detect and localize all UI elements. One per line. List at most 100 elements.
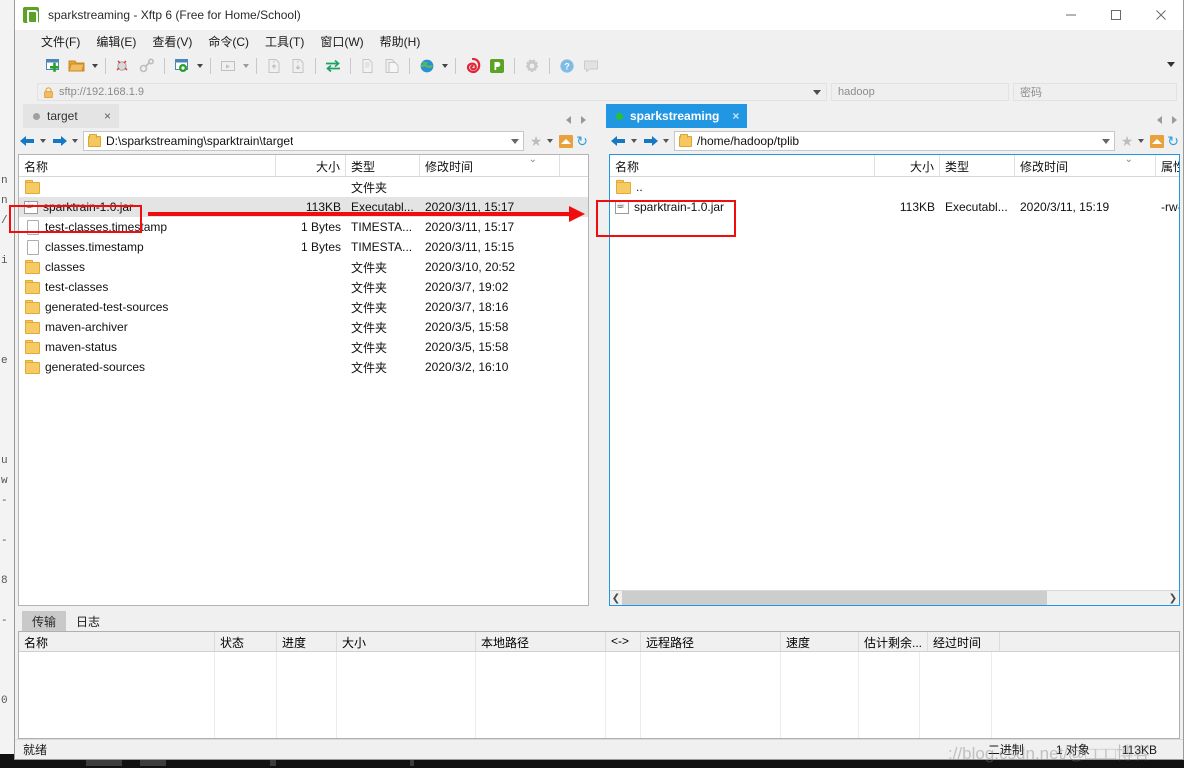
refresh-icon[interactable]: ↻ xyxy=(576,134,588,148)
column-header-speed[interactable]: 速度 xyxy=(781,632,859,651)
remote-file-list[interactable]: 名称 大小 类型 修改时间 ⌄ 属性 .. xyxy=(609,154,1180,606)
toolbar-overflow-caret[interactable] xyxy=(1167,62,1175,67)
scroll-left-icon[interactable]: ❮ xyxy=(610,591,622,606)
back-button[interactable] xyxy=(610,135,627,147)
remote-path-input[interactable]: /home/hadoop/tplib xyxy=(674,131,1115,151)
column-header-size[interactable]: 大小 xyxy=(875,155,940,176)
back-history-caret[interactable] xyxy=(40,139,46,143)
local-file-list[interactable]: 名称 大小 类型 修改时间 ⌄ 文件夹 ☕ sparktrain-1.0.jar… xyxy=(18,154,589,606)
minimize-icon[interactable] xyxy=(1048,0,1093,30)
tab-sparkstreaming[interactable]: sparkstreaming × xyxy=(606,104,748,128)
column-header-size[interactable]: 大小 xyxy=(276,155,346,176)
table-row[interactable]: sparktrain-1.0.jar 113KB Executabl... 20… xyxy=(610,197,1179,217)
table-row[interactable]: generated-test-sources 文件夹 2020/3/7, 18:… xyxy=(19,297,588,317)
back-button[interactable] xyxy=(19,135,36,147)
run-dropdown-caret[interactable] xyxy=(243,64,249,68)
properties-dropdown-caret[interactable] xyxy=(197,64,203,68)
forward-history-caret[interactable] xyxy=(72,139,78,143)
refresh-icon[interactable]: ↻ xyxy=(1167,134,1179,148)
back-history-caret[interactable] xyxy=(631,139,637,143)
remote-horizontal-scrollbar[interactable]: ❮ ❯ xyxy=(610,590,1179,605)
new-session-icon[interactable] xyxy=(41,54,65,78)
disconnect-icon[interactable] xyxy=(111,54,135,78)
column-header-direction[interactable]: <-> xyxy=(606,632,641,651)
column-header-name[interactable]: 名称 xyxy=(610,155,875,176)
bookmark-dropdown-caret[interactable] xyxy=(547,139,554,143)
forward-button[interactable] xyxy=(642,135,659,147)
path-dropdown-caret[interactable] xyxy=(1101,138,1110,144)
tab-target[interactable]: target × xyxy=(23,104,119,128)
link-icon[interactable] xyxy=(135,54,159,78)
table-row[interactable]: maven-status 文件夹 2020/3/5, 15:58 xyxy=(19,337,588,357)
home-icon[interactable] xyxy=(1150,134,1165,148)
menu-window[interactable]: 窗口(W) xyxy=(312,31,371,52)
properties-icon[interactable] xyxy=(170,54,194,78)
scroll-thumb[interactable] xyxy=(622,590,1048,605)
column-header-name[interactable]: 名称 xyxy=(19,632,215,651)
gear-icon[interactable] xyxy=(520,54,544,78)
column-header-elapsed[interactable]: 经过时间 xyxy=(928,632,1001,651)
column-header-progress[interactable]: 进度 xyxy=(277,632,337,651)
tab-next-icon[interactable] xyxy=(1172,116,1177,124)
feedback-icon[interactable] xyxy=(579,54,603,78)
table-row[interactable]: .. xyxy=(610,177,1179,197)
scroll-right-icon[interactable]: ❯ xyxy=(1167,591,1179,606)
tab-next-icon[interactable] xyxy=(581,116,586,124)
open-folder-dropdown-caret[interactable] xyxy=(92,64,98,68)
password-field[interactable]: 密码 xyxy=(1013,83,1177,101)
scroll-track[interactable] xyxy=(622,590,1167,605)
table-row[interactable]: test-classes 文件夹 2020/3/7, 19:02 xyxy=(19,277,588,297)
globe-dropdown-caret[interactable] xyxy=(442,64,448,68)
table-row[interactable]: generated-sources 文件夹 2020/3/2, 16:10 xyxy=(19,357,588,377)
remote-tab-nav[interactable] xyxy=(1157,116,1177,124)
column-header-type[interactable]: 类型 xyxy=(346,155,420,176)
table-row[interactable]: sparktrain-1.0.jar 113KB Executabl... 20… xyxy=(19,197,588,217)
tab-prev-icon[interactable] xyxy=(1157,116,1162,124)
column-header-attrs[interactable]: 属性 xyxy=(1156,155,1179,176)
column-header-modified[interactable]: 修改时间 ⌄ xyxy=(1015,155,1156,176)
menu-edit[interactable]: 编辑(E) xyxy=(88,31,144,52)
host-dropdown-caret[interactable] xyxy=(813,90,821,95)
tab-close-icon[interactable]: × xyxy=(98,110,111,122)
globe-icon[interactable] xyxy=(415,54,439,78)
tab-log[interactable]: 日志 xyxy=(66,611,110,631)
xftp-icon[interactable] xyxy=(485,54,509,78)
table-row[interactable]: classes.timestamp 1 Bytes TIMESTA... 202… xyxy=(19,237,588,257)
local-tab-nav[interactable] xyxy=(566,116,586,124)
table-row[interactable]: maven-archiver 文件夹 2020/3/5, 15:58 xyxy=(19,317,588,337)
column-header-local-path[interactable]: 本地路径 xyxy=(476,632,606,651)
host-field[interactable]: sftp://192.168.1.9 xyxy=(37,83,827,101)
column-header-name[interactable]: 名称 xyxy=(19,155,276,176)
column-header-size[interactable]: 大小 xyxy=(337,632,476,651)
home-icon[interactable] xyxy=(559,134,574,148)
menu-tools[interactable]: 工具(T) xyxy=(257,31,312,52)
table-row[interactable]: test-classes.timestamp 1 Bytes TIMESTA..… xyxy=(19,217,588,237)
bookmark-star-icon[interactable]: ★ xyxy=(1121,134,1134,148)
run-icon[interactable] xyxy=(216,54,240,78)
bookmark-dropdown-caret[interactable] xyxy=(1138,139,1145,143)
table-row[interactable]: classes 文件夹 2020/3/10, 20:52 xyxy=(19,257,588,277)
menu-command[interactable]: 命令(C) xyxy=(200,31,257,52)
help-icon[interactable]: ? xyxy=(555,54,579,78)
tab-close-icon[interactable]: × xyxy=(726,110,739,122)
column-header-status[interactable]: 状态 xyxy=(215,632,277,651)
transfer-grid[interactable]: 名称 状态 进度 大小 本地路径 <-> 远程路径 速度 估计剩余... 经过时… xyxy=(18,631,1180,739)
pane-splitter[interactable] xyxy=(592,104,606,609)
xshell-icon[interactable] xyxy=(461,54,485,78)
column-header-modified[interactable]: 修改时间 ⌄ xyxy=(420,155,560,176)
sync-icon[interactable] xyxy=(321,54,345,78)
menu-file[interactable]: 文件(F) xyxy=(33,31,88,52)
close-icon[interactable] xyxy=(1138,0,1183,30)
maximize-icon[interactable] xyxy=(1093,0,1138,30)
tab-transfer[interactable]: 传输 xyxy=(22,611,67,631)
menu-view[interactable]: 查看(V) xyxy=(144,31,200,52)
forward-history-caret[interactable] xyxy=(663,139,669,143)
local-path-input[interactable]: D:\sparkstreaming\sparktrain\target xyxy=(83,131,524,151)
bookmark-star-icon[interactable]: ★ xyxy=(530,134,543,148)
forward-button[interactable] xyxy=(51,135,68,147)
table-row[interactable]: 文件夹 xyxy=(19,177,588,197)
tab-prev-icon[interactable] xyxy=(566,116,571,124)
column-header-remote-path[interactable]: 远程路径 xyxy=(641,632,781,651)
open-folder-icon[interactable] xyxy=(65,54,89,78)
username-field[interactable]: hadoop xyxy=(831,83,1009,101)
